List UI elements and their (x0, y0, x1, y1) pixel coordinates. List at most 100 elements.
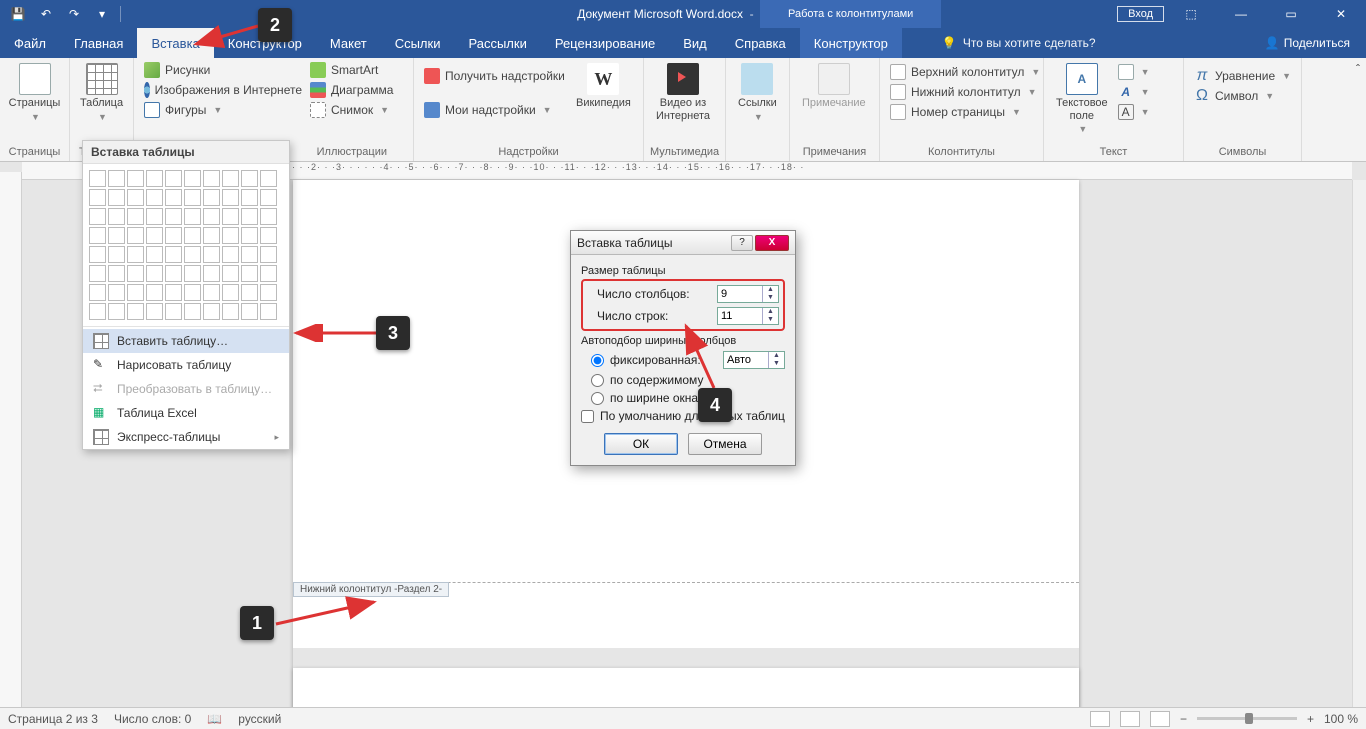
grid-cell[interactable] (260, 265, 277, 282)
zoom-out-button[interactable]: − (1180, 712, 1187, 726)
grid-cell[interactable] (127, 227, 144, 244)
menu-insert-table[interactable]: Вставить таблицу… (83, 329, 289, 353)
grid-cell[interactable] (165, 265, 182, 282)
tell-me-search[interactable]: 💡 Что вы хотите сделать? (942, 28, 1096, 58)
header-button[interactable]: Верхний колонтитул▼ (886, 63, 1044, 81)
tab-mailings[interactable]: Рассылки (454, 28, 540, 58)
grid-cell[interactable] (222, 208, 239, 225)
grid-cell[interactable] (222, 170, 239, 187)
grid-cell[interactable] (260, 208, 277, 225)
status-proofing-icon[interactable]: 📖 (207, 712, 222, 726)
get-addins-button[interactable]: Получить надстройки (420, 67, 570, 85)
redo-button[interactable]: ↷ (62, 3, 86, 25)
qat-customize[interactable]: ▾ (90, 3, 114, 25)
vertical-ruler[interactable] (0, 172, 22, 707)
grid-cell[interactable] (184, 284, 201, 301)
grid-cell[interactable] (89, 284, 106, 301)
tab-insert[interactable]: Вставка (137, 28, 213, 58)
grid-cell[interactable] (184, 170, 201, 187)
grid-cell[interactable] (146, 227, 163, 244)
table-size-grid[interactable] (83, 164, 289, 324)
grid-cell[interactable] (184, 246, 201, 263)
grid-cell[interactable] (222, 284, 239, 301)
links-button[interactable]: Ссылки ▼ (732, 61, 783, 124)
grid-cell[interactable] (89, 189, 106, 206)
drop-cap-button[interactable]: A▼ (1114, 103, 1154, 121)
grid-cell[interactable] (108, 208, 125, 225)
grid-cell[interactable] (165, 189, 182, 206)
text-box-button[interactable]: A Текстовое поле ▼ (1050, 61, 1114, 136)
grid-cell[interactable] (260, 284, 277, 301)
maximize-button[interactable]: ▭ (1268, 0, 1314, 28)
close-button[interactable]: ✕ (1318, 0, 1364, 28)
grid-cell[interactable] (146, 208, 163, 225)
ribbon-display-options[interactable]: ⬚ (1168, 0, 1214, 28)
grid-cell[interactable] (146, 303, 163, 320)
grid-cell[interactable] (260, 227, 277, 244)
grid-cell[interactable] (89, 246, 106, 263)
grid-cell[interactable] (146, 246, 163, 263)
columns-input[interactable] (718, 288, 762, 300)
grid-cell[interactable] (260, 170, 277, 187)
online-pictures-button[interactable]: Изображения в Интернете (140, 81, 306, 99)
grid-cell[interactable] (203, 246, 220, 263)
grid-cell[interactable] (89, 208, 106, 225)
grid-cell[interactable] (241, 227, 258, 244)
grid-cell[interactable] (260, 246, 277, 263)
radio-window[interactable] (591, 392, 604, 405)
grid-cell[interactable] (108, 170, 125, 187)
spin-down-icon[interactable]: ▼ (762, 316, 778, 324)
tab-references[interactable]: Ссылки (381, 28, 455, 58)
grid-cell[interactable] (260, 189, 277, 206)
rows-spinner[interactable]: ▲▼ (717, 307, 779, 325)
vertical-scrollbar[interactable] (1352, 180, 1366, 707)
checkbox-remember[interactable] (581, 410, 594, 423)
dialog-titlebar[interactable]: Вставка таблицы ? X (571, 231, 795, 255)
grid-cell[interactable] (127, 208, 144, 225)
quick-parts-button[interactable]: ▼ (1114, 63, 1154, 81)
grid-cell[interactable] (127, 265, 144, 282)
signin-button[interactable]: Вход (1117, 6, 1164, 22)
grid-cell[interactable] (203, 284, 220, 301)
screenshot-button[interactable]: Снимок▼ (306, 101, 397, 119)
spin-up-icon[interactable]: ▲ (762, 308, 778, 316)
equation-button[interactable]: πУравнение▼ (1190, 67, 1295, 85)
spin-up-icon[interactable]: ▲ (768, 352, 784, 360)
grid-cell[interactable] (108, 189, 125, 206)
grid-cell[interactable] (203, 227, 220, 244)
menu-quick-tables[interactable]: Экспресс-таблицы▸ (83, 425, 289, 449)
grid-cell[interactable] (108, 265, 125, 282)
menu-draw-table[interactable]: ✎Нарисовать таблицу (83, 353, 289, 377)
fixed-width-input[interactable] (724, 354, 768, 366)
wikipedia-button[interactable]: W Википедия (570, 61, 637, 112)
save-button[interactable]: 💾 (6, 3, 30, 25)
table-button[interactable]: Таблица ▼ (76, 61, 127, 124)
grid-cell[interactable] (203, 189, 220, 206)
view-read-mode[interactable] (1090, 711, 1110, 727)
tab-review[interactable]: Рецензирование (541, 28, 669, 58)
radio-fixed[interactable] (591, 354, 604, 367)
page-number-button[interactable]: Номер страницы▼ (886, 103, 1044, 121)
grid-cell[interactable] (222, 227, 239, 244)
grid-cell[interactable] (146, 265, 163, 282)
tab-home[interactable]: Главная (60, 28, 137, 58)
grid-cell[interactable] (146, 284, 163, 301)
grid-cell[interactable] (89, 303, 106, 320)
ribbon-collapse[interactable]: ˆ (1356, 58, 1366, 161)
spin-down-icon[interactable]: ▼ (762, 294, 778, 302)
share-button[interactable]: 👤 Поделиться (1265, 28, 1350, 58)
grid-cell[interactable] (184, 227, 201, 244)
grid-cell[interactable] (222, 189, 239, 206)
columns-spinner[interactable]: ▲▼ (717, 285, 779, 303)
grid-cell[interactable] (222, 265, 239, 282)
grid-cell[interactable] (184, 303, 201, 320)
symbol-button[interactable]: ΩСимвол▼ (1190, 87, 1295, 105)
grid-cell[interactable] (165, 170, 182, 187)
comment-button[interactable]: Примечание (796, 61, 872, 112)
grid-cell[interactable] (108, 246, 125, 263)
grid-cell[interactable] (89, 265, 106, 282)
status-word-count[interactable]: Число слов: 0 (114, 712, 191, 726)
grid-cell[interactable] (165, 246, 182, 263)
grid-cell[interactable] (222, 303, 239, 320)
grid-cell[interactable] (203, 170, 220, 187)
